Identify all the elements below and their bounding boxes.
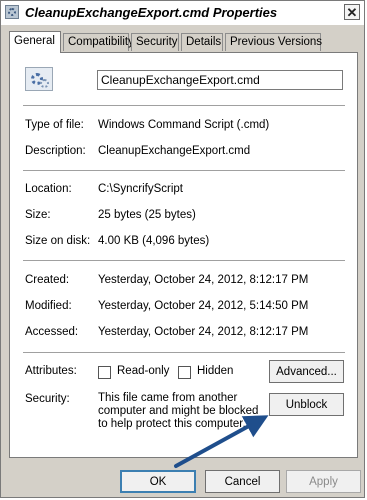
size-on-disk-value: 4.00 KB (4,096 bytes) bbox=[98, 235, 210, 247]
description-value: CleanupExchangeExport.cmd bbox=[98, 145, 251, 157]
size-on-disk-label: Size on disk: bbox=[25, 235, 91, 247]
tab-security[interactable]: Security bbox=[131, 33, 179, 51]
created-label: Created: bbox=[25, 274, 70, 286]
location-label: Location: bbox=[25, 183, 72, 195]
type-value: Windows Command Script (.cmd) bbox=[98, 119, 270, 131]
tab-strip: General Compatibility Security Details P… bbox=[9, 31, 359, 53]
tab-general[interactable]: General bbox=[9, 31, 61, 53]
ok-button[interactable]: OK bbox=[120, 470, 196, 493]
modified-label: Modified: bbox=[25, 300, 72, 312]
script-gear-icon bbox=[25, 67, 55, 93]
close-button[interactable]: ✕ bbox=[344, 4, 360, 20]
modified-value: Yesterday, October 24, 2012, 5:14:50 PM bbox=[98, 300, 309, 312]
accessed-label: Accessed: bbox=[25, 326, 79, 338]
divider bbox=[23, 260, 345, 262]
attributes-label: Attributes: bbox=[25, 365, 77, 377]
created-value: Yesterday, October 24, 2012, 8:12:17 PM bbox=[98, 274, 309, 286]
tab-details[interactable]: Details bbox=[181, 33, 223, 51]
properties-dialog: CleanupExchangeExport.cmd Properties ✕ G… bbox=[0, 0, 365, 498]
size-value: 25 bytes (25 bytes) bbox=[98, 209, 196, 221]
readonly-checkbox[interactable] bbox=[98, 366, 111, 379]
hidden-label: Hidden bbox=[197, 365, 234, 377]
cancel-button[interactable]: Cancel bbox=[205, 470, 280, 493]
hidden-checkbox[interactable] bbox=[178, 366, 191, 379]
script-file-icon bbox=[5, 5, 19, 19]
advanced-button[interactable]: Advanced... bbox=[269, 360, 344, 383]
title-bar[interactable]: CleanupExchangeExport.cmd Properties ✕ bbox=[1, 1, 364, 26]
readonly-label: Read-only bbox=[117, 365, 170, 377]
divider bbox=[23, 170, 345, 172]
size-label: Size: bbox=[25, 209, 51, 221]
accessed-value: Yesterday, October 24, 2012, 8:12:17 PM bbox=[98, 326, 309, 338]
security-label: Security: bbox=[25, 393, 70, 405]
tab-compatibility[interactable]: Compatibility bbox=[63, 33, 134, 51]
location-value: C:\SyncrifyScript bbox=[98, 183, 183, 195]
window-title: CleanupExchangeExport.cmd Properties bbox=[25, 5, 278, 20]
divider bbox=[23, 352, 345, 354]
apply-button[interactable]: Apply bbox=[286, 470, 361, 493]
description-label: Description: bbox=[25, 145, 86, 157]
security-warning-text: This file came from another computer and… bbox=[98, 392, 259, 430]
unblock-button[interactable]: Unblock bbox=[269, 393, 344, 416]
file-name-input[interactable] bbox=[97, 70, 343, 90]
tab-previous-versions[interactable]: Previous Versions bbox=[225, 33, 322, 51]
divider bbox=[23, 105, 345, 107]
type-label: Type of file: bbox=[25, 119, 84, 131]
